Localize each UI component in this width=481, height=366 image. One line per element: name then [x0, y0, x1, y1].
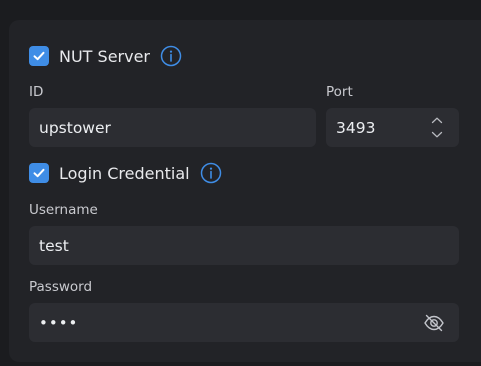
checkmark-icon	[33, 51, 45, 61]
chevron-up-icon[interactable]	[431, 116, 443, 125]
info-circle-icon[interactable]	[160, 45, 182, 67]
port-number-input[interactable]: 3493	[326, 108, 459, 147]
nut-server-checkbox[interactable]	[29, 46, 49, 66]
password-label: Password	[29, 279, 93, 295]
id-input[interactable]: upstower	[29, 108, 316, 147]
id-input-value: upstower	[39, 118, 111, 137]
port-label: Port	[326, 84, 353, 100]
username-label: Username	[29, 202, 98, 218]
password-input[interactable]: ••••	[29, 303, 459, 342]
checkmark-icon	[33, 168, 45, 178]
login-credential-checkbox[interactable]	[29, 163, 49, 183]
username-input-value: test	[39, 236, 69, 255]
login-credential-row: Login Credential	[29, 162, 222, 184]
port-stepper[interactable]	[429, 113, 445, 143]
eye-off-icon[interactable]	[423, 312, 445, 334]
info-circle-icon[interactable]	[200, 162, 222, 184]
port-input-value: 3493	[336, 118, 376, 137]
password-input-value: ••••	[39, 313, 79, 332]
chevron-down-icon[interactable]	[431, 130, 443, 139]
login-credential-label: Login Credential	[59, 163, 190, 183]
username-input[interactable]: test	[29, 226, 459, 265]
nut-server-label: NUT Server	[59, 46, 151, 66]
id-label: ID	[29, 84, 44, 100]
nut-server-row: NUT Server	[29, 45, 182, 67]
